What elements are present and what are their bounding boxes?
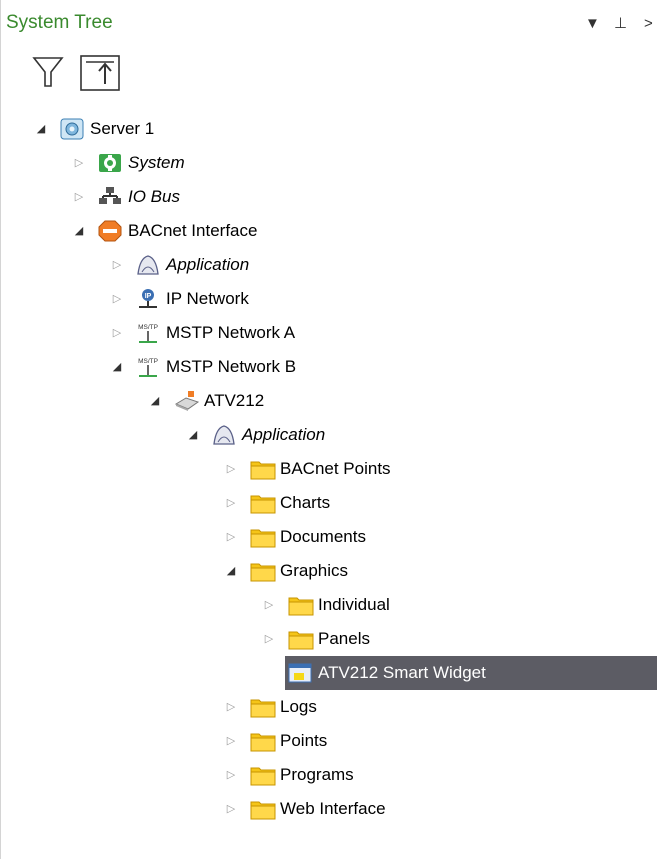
system-gear-icon (98, 152, 122, 174)
folder-icon (288, 594, 314, 616)
tree-node[interactable]: ◢ BACnet Interface (0, 214, 657, 248)
dropdown-icon[interactable]: ▼ (585, 14, 600, 34)
folder-icon (250, 764, 276, 786)
filter-icon[interactable] (28, 50, 74, 98)
tree-node[interactable]: ◢ ATV212 (0, 384, 657, 418)
bacnet-interface-icon (98, 220, 122, 242)
tree-node-label: Individual (318, 595, 390, 614)
tree-node-label: Documents (280, 527, 366, 546)
expand-arrow-icon[interactable]: ▷ (262, 588, 276, 622)
collapse-to-top-icon[interactable] (78, 50, 124, 98)
folder-icon (250, 730, 276, 752)
expand-arrow-icon[interactable]: ▷ (224, 792, 238, 826)
tree-node-label: ATV212 Smart Widget (318, 663, 486, 682)
tree-node-label: Web Interface (280, 799, 386, 818)
tree-node-label: BACnet Points (280, 459, 391, 478)
tree-node[interactable]: ATV212 Smart Widget (0, 656, 657, 690)
tree-node[interactable]: ▷ IP IP Network (0, 282, 657, 316)
tree-node[interactable]: ▷ Application (0, 248, 657, 282)
expand-arrow-icon[interactable]: ▷ (224, 690, 238, 724)
panel-title: System Tree (6, 12, 113, 33)
expand-arrow-icon[interactable]: ▷ (224, 486, 238, 520)
widget-icon (288, 662, 312, 684)
tree-node-label: System (128, 153, 185, 172)
expand-arrow-icon[interactable]: ▷ (262, 622, 276, 656)
tree-node-label: MSTP Network A (166, 323, 296, 342)
expand-arrow-icon[interactable]: ▷ (224, 452, 238, 486)
expand-arrow-icon[interactable]: ▷ (224, 520, 238, 554)
tree-node-label: IO Bus (128, 187, 180, 206)
expand-arrow-icon[interactable]: ▷ (110, 316, 124, 350)
tree-node[interactable]: ▷ Web Interface (0, 792, 657, 826)
tree-node[interactable]: ◢ Server 1 (0, 112, 657, 146)
tree-node-label: Logs (280, 697, 317, 716)
tree-node[interactable]: ▷ Points (0, 724, 657, 758)
tree-node[interactable]: ▷ MS/TP MSTP Network A (0, 316, 657, 350)
tree-node[interactable]: ▷ Charts (0, 486, 657, 520)
tree-node[interactable]: ◢ Graphics (0, 554, 657, 588)
pin-icon[interactable]: ⊥ (614, 14, 627, 34)
tree-node-label: IP Network (166, 289, 249, 308)
server-icon (60, 118, 84, 140)
collapse-arrow-icon[interactable]: ◢ (34, 112, 48, 146)
tree-node-label: Server 1 (90, 119, 155, 138)
folder-icon (250, 560, 276, 582)
close-icon[interactable]: > (644, 14, 653, 34)
tree-node-label: ATV212 (204, 391, 265, 410)
tree-node[interactable]: ◢ Application (0, 418, 657, 452)
tree-node[interactable]: ▷ Logs (0, 690, 657, 724)
svg-text:MS/TP: MS/TP (138, 324, 158, 331)
expand-arrow-icon[interactable]: ▷ (110, 248, 124, 282)
tree-node-label: Application (242, 425, 326, 444)
mstp-network-icon: MS/TP (136, 322, 160, 344)
tree-node-label: BACnet Interface (128, 221, 258, 240)
svg-text:IP: IP (145, 293, 152, 300)
collapse-arrow-icon[interactable]: ◢ (186, 418, 200, 452)
collapse-arrow-icon[interactable]: ◢ (148, 384, 162, 418)
tree-node[interactable]: ▷ Panels (0, 622, 657, 656)
application-icon (136, 254, 160, 276)
collapse-arrow-icon[interactable]: ◢ (72, 214, 86, 248)
collapse-arrow-icon[interactable]: ◢ (224, 554, 238, 588)
svg-text:MS/TP: MS/TP (138, 358, 158, 365)
tree-node-label: Programs (280, 765, 354, 784)
tree-node[interactable]: ▷ IO Bus (0, 180, 657, 214)
device-icon (174, 390, 200, 412)
expand-arrow-icon[interactable]: ▷ (224, 758, 238, 792)
tree-node-label: Graphics (280, 561, 349, 580)
tree-node-label: MSTP Network B (166, 357, 297, 376)
tree-node-label: Application (166, 255, 250, 274)
folder-icon (288, 628, 314, 650)
tree-node[interactable]: ▷ Documents (0, 520, 657, 554)
folder-icon (250, 696, 276, 718)
tree-node[interactable]: ◢ MS/TP MSTP Network B (0, 350, 657, 384)
tree-node[interactable]: ▷ System (0, 146, 657, 180)
panel-header: System Tree ▼ ⊥ > (0, 0, 657, 44)
folder-icon (250, 526, 276, 548)
folder-icon (250, 458, 276, 480)
folder-icon (250, 492, 276, 514)
folder-icon (250, 798, 276, 820)
tree-node[interactable]: ▷ Individual (0, 588, 657, 622)
expand-arrow-icon[interactable]: ▷ (224, 724, 238, 758)
tree-node-label: Panels (318, 629, 370, 648)
expand-arrow-icon[interactable]: ▷ (110, 282, 124, 316)
tree-node[interactable]: ▷ BACnet Points (0, 452, 657, 486)
io-bus-icon (98, 186, 122, 208)
ip-network-icon: IP (136, 288, 160, 310)
tree-node-label: Charts (280, 493, 331, 512)
tree-node[interactable]: ▷ Programs (0, 758, 657, 792)
toolbar (0, 50, 657, 100)
expand-arrow-icon[interactable]: ▷ (72, 146, 86, 180)
mstp-network-icon: MS/TP (136, 356, 160, 378)
tree-node-label: Points (280, 731, 328, 750)
application-icon (212, 424, 236, 446)
collapse-arrow-icon[interactable]: ◢ (110, 350, 124, 384)
expand-arrow-icon[interactable]: ▷ (72, 180, 86, 214)
